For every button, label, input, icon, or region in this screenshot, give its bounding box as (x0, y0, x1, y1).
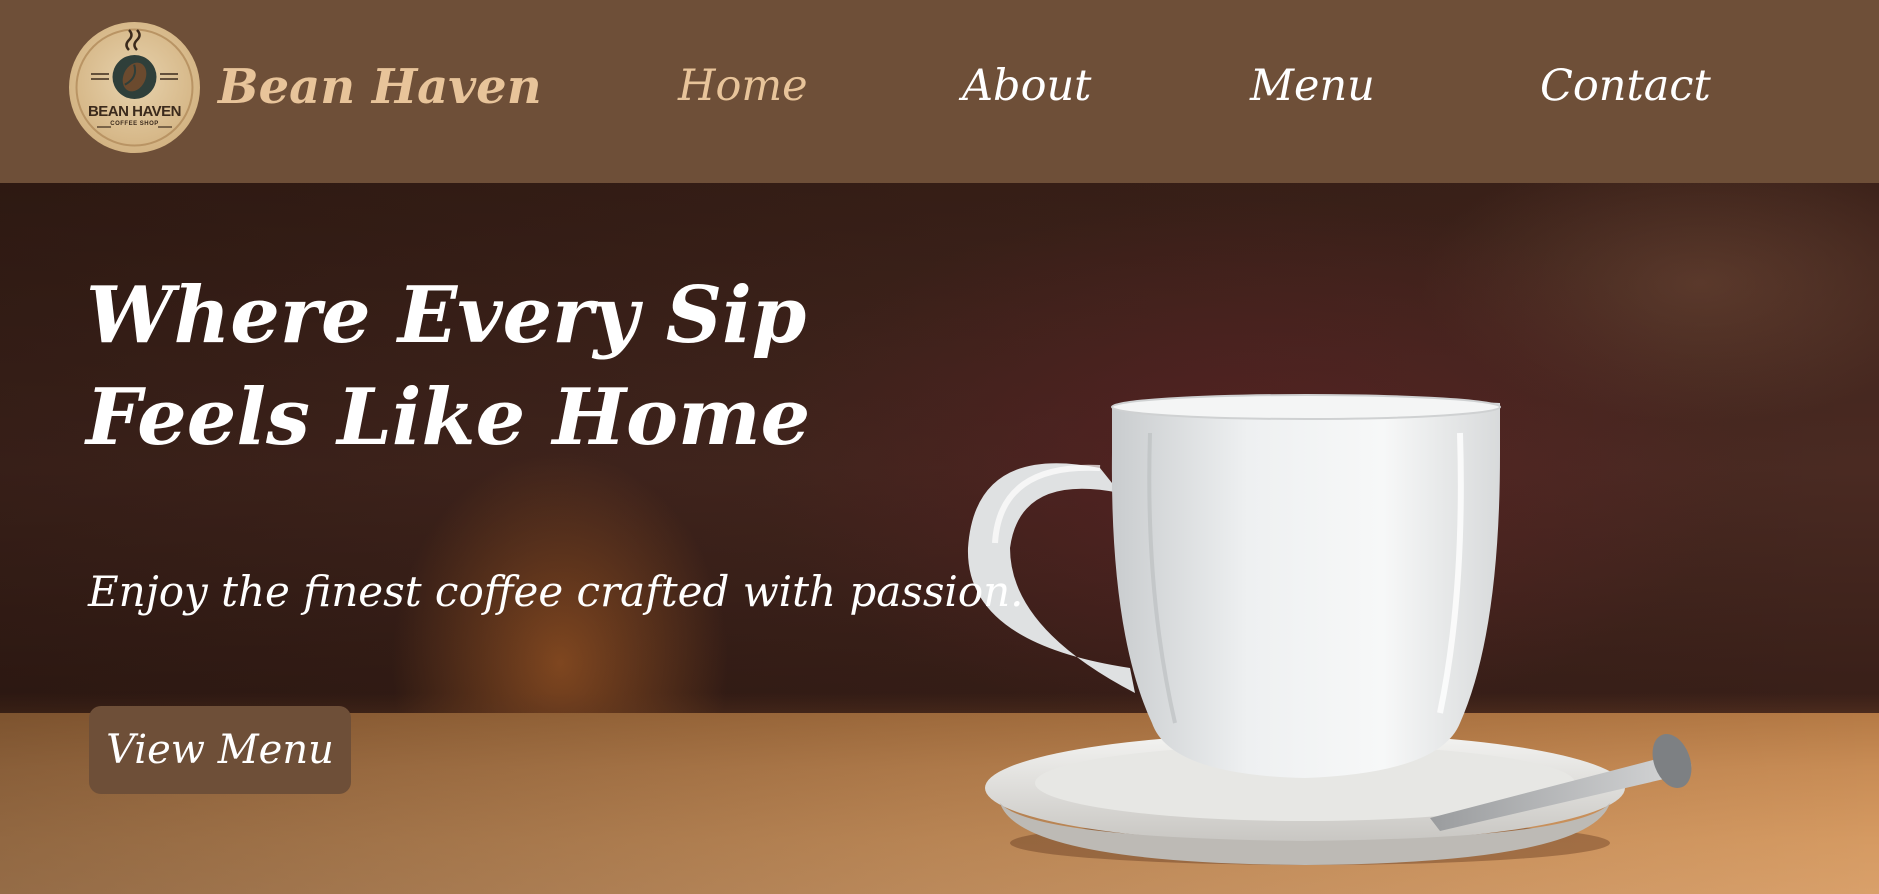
hero-subtitle: Enjoy the finest coffee crafted with pas… (88, 567, 1024, 616)
nav-home[interactable]: Home (678, 56, 808, 116)
coffee-cup-image (967, 394, 1692, 865)
nav-about[interactable]: About (962, 56, 1091, 116)
brand-name[interactable]: Bean Haven (218, 52, 542, 122)
logo-text: BEAN HAVEN (87, 103, 182, 120)
logo-subtext: COFFEE SHOP (110, 121, 159, 127)
logo[interactable]: BEAN HAVEN COFFEE SHOP (69, 22, 200, 153)
nav-contact[interactable]: Contact (1540, 56, 1711, 116)
view-menu-button[interactable]: View Menu (89, 706, 351, 794)
hero-title: Where Every Sip Feels Like Home (86, 270, 811, 463)
nav-menu[interactable]: Menu (1250, 56, 1375, 116)
hero-section: Where Every Sip Feels Like Home Enjoy th… (0, 183, 1879, 894)
coffee-cup-icon (75, 28, 194, 147)
site-header: BEAN HAVEN COFFEE SHOP Bean Haven Home A… (0, 0, 1879, 183)
